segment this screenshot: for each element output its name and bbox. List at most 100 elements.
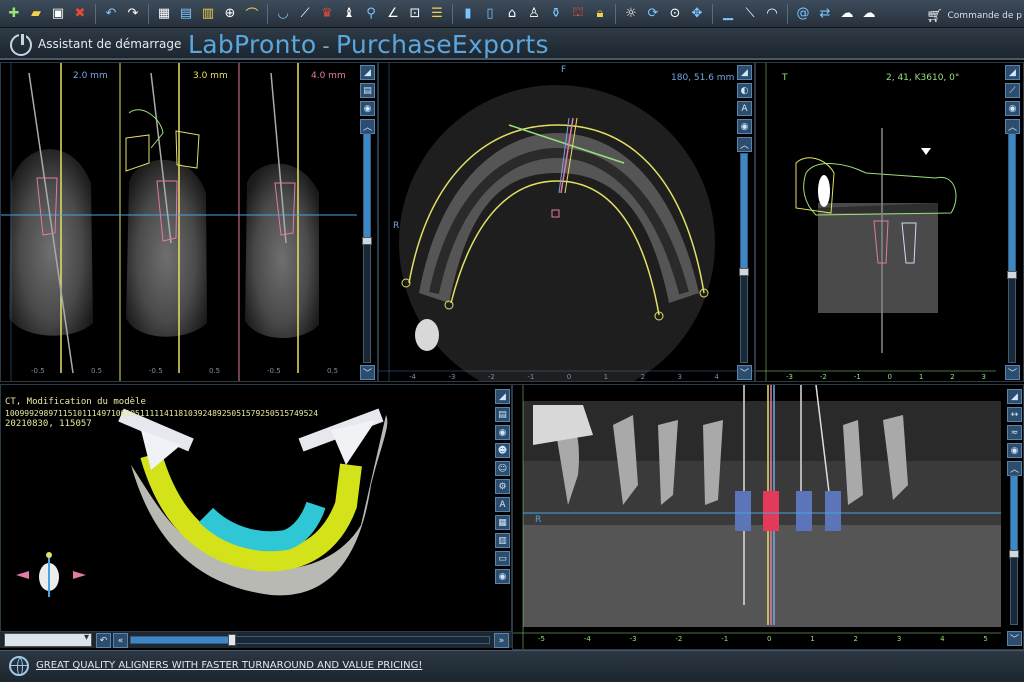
eye-icon[interactable]: ◉	[1007, 443, 1022, 458]
eye-icon[interactable]: ◉	[1005, 101, 1020, 116]
cross-section-slider[interactable]	[362, 133, 372, 363]
eye-icon[interactable]: ◉	[360, 101, 375, 116]
refresh-icon[interactable]: ⟳	[643, 4, 663, 24]
model-icon[interactable]: ⌂	[502, 4, 522, 24]
guide-icon[interactable]: ⛫	[568, 4, 588, 24]
brightness-icon[interactable]: ☼	[621, 4, 641, 24]
chevron-up-icon[interactable]: ︿	[1007, 461, 1022, 476]
implant-icon[interactable]: ⚲	[361, 4, 381, 24]
crown-icon[interactable]: ♛	[317, 4, 337, 24]
order-button[interactable]: 🛒︎ Commande de p	[925, 6, 1022, 26]
expand-icon[interactable]: ◢	[737, 65, 752, 80]
slider-thumb[interactable]	[1007, 270, 1017, 279]
panoramic-slider[interactable]	[1009, 475, 1019, 625]
expand-icon[interactable]: ◢	[1005, 65, 1020, 80]
toolbar-divider	[148, 3, 149, 24]
axial-slider[interactable]	[739, 153, 749, 363]
cross-section-pane[interactable]: 2.0 mm 3.0 mm 4.0 mm -0.5 0.5 -0.5 0.5 -…	[0, 62, 378, 382]
chevron-up-icon[interactable]: ︿	[1005, 119, 1020, 134]
slider-thumb[interactable]	[739, 268, 749, 277]
ruler-icon[interactable]: ⟍	[740, 4, 760, 24]
view-preset-select[interactable]	[4, 632, 92, 647]
column-icon[interactable]: ▮	[458, 4, 478, 24]
pillar-icon[interactable]: ▯	[480, 4, 500, 24]
close-icon[interactable]: ✖	[70, 4, 90, 24]
nerve-icon[interactable]: ≈	[1007, 425, 1022, 440]
new-case-icon[interactable]: ✚	[4, 4, 24, 24]
cloud-icon[interactable]: ☁	[837, 4, 857, 24]
slice-icon[interactable]: ▥	[198, 4, 218, 24]
slider-thumb[interactable]	[362, 236, 372, 245]
slider-thumb[interactable]	[227, 634, 236, 646]
model-3d-pane[interactable]: CT, Modification du modèle 1009992989711…	[0, 384, 512, 632]
skull-icon[interactable]: ☻	[495, 443, 510, 458]
globe-icon[interactable]	[9, 656, 29, 676]
angle-icon[interactable]: ∠	[383, 4, 403, 24]
annotation-icon[interactable]: A	[737, 101, 752, 116]
chevron-up-icon[interactable]: ︿	[360, 119, 375, 134]
expand-icon[interactable]: ◢	[495, 389, 510, 404]
model-controls-bar: ↶ « »	[0, 632, 512, 648]
sagittal-pane[interactable]: T 2, 41, K3610, 0° -3 -2 -1 0 1 2 3 ◢ ⟋ …	[755, 62, 1024, 382]
chevron-left-icon[interactable]: «	[113, 633, 128, 648]
chevron-down-icon[interactable]: ﹀	[737, 365, 752, 380]
promo-link[interactable]: GREAT QUALITY ALIGNERS WITH FASTER TURNA…	[36, 660, 422, 671]
tooth-shape-icon[interactable]: ♙	[524, 4, 544, 24]
open-folder-icon[interactable]: ▰	[26, 4, 46, 24]
scan-icon[interactable]: ⚙	[495, 479, 510, 494]
sagittal-marker: T	[782, 73, 788, 83]
sleeve-icon[interactable]: ⊡	[405, 4, 425, 24]
expand-icon[interactable]: ◢	[1007, 389, 1022, 404]
curve-icon[interactable]: ⌒	[242, 4, 262, 24]
eye-toggle-icon[interactable]: ◉	[495, 569, 510, 584]
move-icon[interactable]: ✥	[687, 4, 707, 24]
slider-thumb[interactable]	[1009, 550, 1019, 558]
sagittal-slider[interactable]	[1007, 133, 1017, 363]
arch-icon[interactable]: ◡	[273, 4, 293, 24]
startup-assistant-link[interactable]: Assistant de démarrage	[38, 37, 181, 51]
chevron-up-icon[interactable]: ︿	[737, 137, 752, 152]
eye-icon[interactable]: ◉	[737, 119, 752, 134]
measure-icon[interactable]: ⟋	[295, 4, 315, 24]
layout-icon[interactable]: ▦	[154, 4, 174, 24]
measure-icon[interactable]: ⟋	[1005, 83, 1020, 98]
save-icon[interactable]: ▣	[48, 4, 68, 24]
axial-image	[379, 63, 754, 381]
protractor-icon[interactable]: ◠	[762, 4, 782, 24]
bottle-icon[interactable]: ⚱	[546, 4, 566, 24]
options-icon[interactable]: ☰	[427, 4, 447, 24]
opacity-slider[interactable]	[130, 634, 490, 646]
brand-left: LabPronto	[188, 30, 317, 59]
layers-icon[interactable]: ▤	[360, 83, 375, 98]
chevron-down-icon[interactable]: ﹀	[360, 365, 375, 380]
zoom-icon[interactable]: ⊕	[220, 4, 240, 24]
redo-icon[interactable]: ↷	[123, 4, 143, 24]
grid-icon[interactable]: ▦	[495, 515, 510, 530]
export-icon[interactable]: ⇄	[815, 4, 835, 24]
face-icon[interactable]: ☺	[495, 461, 510, 476]
cloud-upload-icon[interactable]: ☁	[859, 4, 879, 24]
view-icon[interactable]: ▤	[495, 407, 510, 422]
fit-width-icon[interactable]: ↔	[1007, 407, 1022, 422]
undo-icon[interactable]: ↶	[101, 4, 121, 24]
print-icon[interactable]: ▭	[495, 551, 510, 566]
power-icon[interactable]	[10, 32, 32, 56]
eye-icon[interactable]: ◉	[495, 425, 510, 440]
annotation-icon[interactable]: A	[495, 497, 510, 512]
columns-icon[interactable]: ▥	[495, 533, 510, 548]
chevron-right-icon[interactable]: »	[494, 633, 509, 648]
brightness-icon[interactable]: ◐	[737, 83, 752, 98]
axial-pane[interactable]: F R 180, 51.6 mm -4 -3 -2 -1 0 1 2 3 4 ◢…	[378, 62, 755, 382]
spiral-icon[interactable]: @	[793, 4, 813, 24]
chevron-down-icon[interactable]: ﹀	[1007, 631, 1022, 646]
chevron-down-icon[interactable]: ﹀	[1005, 365, 1020, 380]
lock-icon[interactable]: 🔒︎	[590, 4, 610, 24]
report-icon[interactable]: ▤	[176, 4, 196, 24]
histogram-icon[interactable]: ▁	[718, 4, 738, 24]
tick: 2	[853, 635, 859, 643]
zoom-view-icon[interactable]: ⊙	[665, 4, 685, 24]
tooth-icon[interactable]: ♝	[339, 4, 359, 24]
undo-view-icon[interactable]: ↶	[96, 633, 111, 648]
panoramic-pane[interactable]: R -5 -4 -3 -2 -1 0 1 2 3 4 5 ◢ ↔ ≈ ◉ ︿ ﹀	[512, 384, 1024, 650]
expand-icon[interactable]: ◢	[360, 65, 375, 80]
